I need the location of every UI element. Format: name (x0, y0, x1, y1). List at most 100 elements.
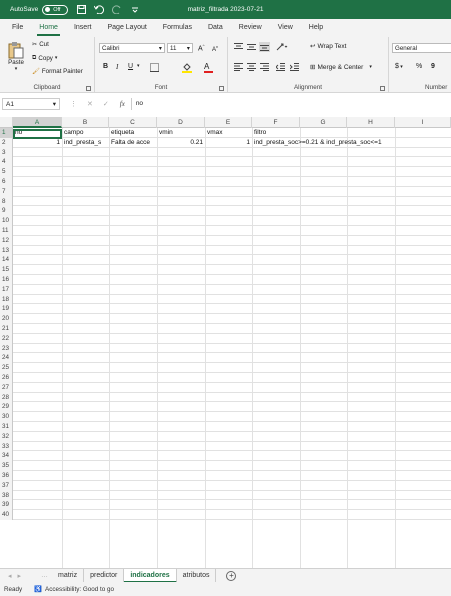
column-header-i[interactable]: I (395, 117, 451, 128)
cell-e2[interactable]: 1 (205, 138, 252, 148)
cell-d2[interactable]: 0.21 (157, 138, 205, 148)
merge-center-button[interactable]: ⊞ Merge & Center ▾ (310, 63, 372, 72)
row-header[interactable]: 12 (0, 235, 13, 246)
row-header[interactable]: 4 (0, 157, 13, 168)
row-header[interactable]: 37 (0, 480, 13, 491)
cancel-icon[interactable]: ✕ (87, 100, 93, 108)
row-header[interactable]: 20 (0, 314, 13, 324)
row-header[interactable]: 11 (0, 226, 13, 236)
format-painter-button[interactable]: 🖌 Format Painter (32, 67, 83, 76)
row-header[interactable]: 27 (0, 382, 13, 393)
row-header[interactable]: 3 (0, 147, 13, 158)
row-header[interactable]: 17 (0, 284, 13, 295)
increase-font-button[interactable]: A^ (198, 43, 205, 52)
cell-f2[interactable]: ind_presta_soc>=0.21 & ind_presta_soc<=1 (252, 138, 382, 148)
row-header[interactable]: 19 (0, 304, 13, 315)
fill-color-icon[interactable] (182, 62, 192, 73)
next-sheet-icon[interactable]: ▸ (18, 572, 22, 580)
row-header[interactable]: 31 (0, 422, 13, 432)
row-header[interactable]: 18 (0, 294, 13, 305)
row-header[interactable]: 1 (0, 128, 13, 138)
customize-toolbar-icon[interactable] (130, 5, 140, 15)
row-header[interactable]: 28 (0, 392, 13, 403)
enter-icon[interactable]: ✓ (103, 100, 109, 108)
align-top-icon[interactable] (234, 43, 243, 51)
align-right-icon[interactable] (260, 63, 269, 71)
row-header[interactable]: 15 (0, 265, 13, 275)
align-left-icon[interactable] (234, 63, 243, 71)
row-header[interactable]: 39 (0, 500, 13, 511)
decrease-indent-icon[interactable] (276, 63, 285, 71)
cut-button[interactable]: ✂ Cut (32, 41, 49, 48)
align-center-icon[interactable] (247, 63, 256, 71)
cell-b2[interactable]: ind_presta_s (62, 138, 109, 148)
name-box[interactable]: A1 ▾ (2, 98, 60, 110)
row-header[interactable]: 13 (0, 245, 13, 256)
tab-insert[interactable]: Insert (66, 19, 100, 37)
column-header-g[interactable]: G (300, 117, 347, 128)
redo-icon[interactable] (112, 5, 122, 15)
tab-formulas[interactable]: Formulas (155, 19, 200, 37)
row-header[interactable]: 2 (0, 137, 13, 148)
prev-sheet-icon[interactable]: ◂ (8, 572, 12, 580)
tab-review[interactable]: Review (231, 19, 270, 37)
font-name-select[interactable]: Calibri ▾ (99, 43, 165, 53)
row-header[interactable]: 14 (0, 255, 13, 266)
sheet-tab-atributos[interactable]: atributos (177, 568, 217, 583)
cell-d1[interactable]: vmin (157, 128, 205, 138)
tab-data[interactable]: Data (200, 19, 231, 37)
percent-button[interactable]: % (416, 63, 422, 70)
row-header[interactable]: 6 (0, 177, 13, 187)
chevron-down-icon[interactable]: ▾ (137, 63, 140, 69)
row-header[interactable]: 25 (0, 363, 13, 373)
increase-indent-icon[interactable] (290, 63, 299, 71)
accessibility-status[interactable]: ♿ Accessibility: Good to go (34, 585, 114, 594)
column-header-h[interactable]: H (347, 117, 395, 128)
column-header-e[interactable]: E (205, 117, 252, 128)
orientation-icon[interactable] (276, 42, 288, 51)
undo-icon[interactable] (94, 5, 105, 15)
copy-button[interactable]: ⧉ Copy ▾ (32, 54, 57, 62)
decrease-font-button[interactable]: Av (212, 44, 218, 53)
row-header[interactable]: 22 (0, 333, 13, 344)
chevron-down-icon[interactable]: ▾ (55, 55, 58, 61)
number-format-select[interactable]: General (392, 43, 451, 53)
underline-button[interactable]: U (128, 63, 133, 70)
row-header[interactable]: 36 (0, 471, 13, 481)
column-header-c[interactable]: C (109, 117, 157, 128)
tab-file[interactable]: File (4, 19, 31, 37)
cell-a2[interactable]: 1 (13, 138, 62, 148)
row-header[interactable]: 29 (0, 402, 13, 413)
dialog-launcher-icon[interactable] (380, 86, 385, 91)
row-header[interactable]: 35 (0, 461, 13, 471)
select-all-corner[interactable] (0, 117, 13, 128)
insert-function-button[interactable]: fx (120, 100, 125, 108)
column-header-a[interactable]: A (13, 117, 62, 128)
chevron-down-icon[interactable]: ▾ (369, 64, 372, 70)
sheet-tab-matriz[interactable]: matriz (52, 568, 85, 583)
column-header-b[interactable]: B (62, 117, 109, 128)
cell-b1[interactable]: campo (62, 128, 109, 138)
paste-button[interactable]: Paste ▾ (4, 41, 28, 72)
align-middle-icon[interactable] (247, 43, 256, 51)
tab-home[interactable]: Home (31, 19, 66, 37)
sheet-tab-predictor[interactable]: predictor (84, 568, 125, 583)
row-header[interactable]: 38 (0, 490, 13, 501)
cell-e1[interactable]: vmax (205, 128, 252, 138)
worksheet-grid[interactable]: A B C D E F G H I 1 no campo etiqueta vmin vm… (0, 117, 451, 568)
tab-view[interactable]: View (270, 19, 301, 37)
row-header[interactable]: 24 (0, 353, 13, 364)
font-size-select[interactable]: 11 ▾ (167, 43, 193, 53)
comma-style-button[interactable]: 9 (431, 63, 435, 70)
more-sheets-icon[interactable]: … (41, 572, 48, 579)
wrap-text-button[interactable]: ↩ Wrap Text (310, 42, 346, 51)
row-header[interactable]: 9 (0, 206, 13, 217)
sheet-tab-indicadores[interactable]: indicadores (124, 568, 177, 583)
row-header[interactable]: 5 (0, 167, 13, 177)
row-header[interactable]: 8 (0, 196, 13, 207)
row-header[interactable]: 10 (0, 216, 13, 226)
row-header[interactable]: 30 (0, 412, 13, 422)
dialog-launcher-icon[interactable] (86, 86, 91, 91)
row-header[interactable]: 16 (0, 275, 13, 285)
cell-f1[interactable]: filtro (252, 128, 300, 138)
